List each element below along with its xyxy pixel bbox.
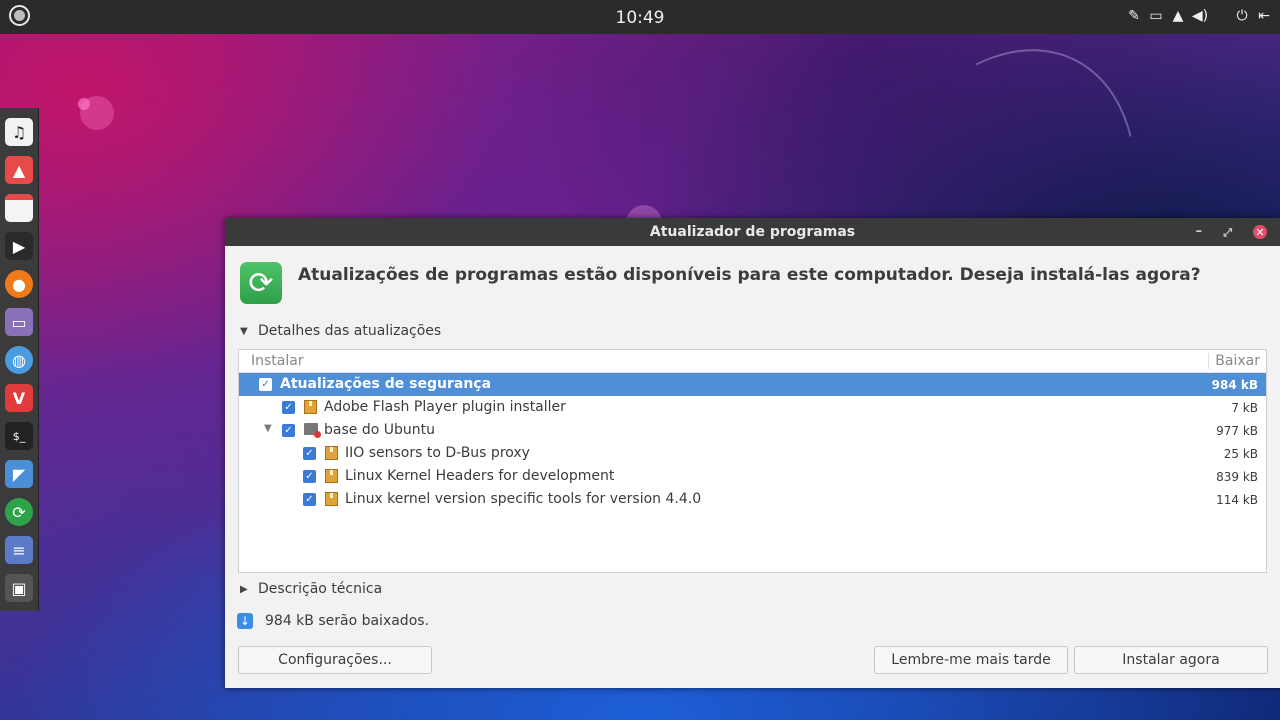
checkbox[interactable]: ✓ bbox=[303, 447, 316, 460]
window-icon[interactable]: ▭ bbox=[1148, 8, 1164, 24]
technical-description-expander[interactable]: ▶ Descrição técnica bbox=[240, 581, 382, 597]
page-title: Atualizações de programas estão disponív… bbox=[298, 265, 1201, 285]
row-label: Linux Kernel Headers for development bbox=[345, 468, 615, 484]
text-editor-app-icon[interactable]: ≡ bbox=[5, 536, 33, 564]
row-label: Linux kernel version specific tools for … bbox=[345, 491, 702, 507]
window-title: Atualizador de programas bbox=[649, 224, 856, 240]
tray-separator bbox=[1214, 8, 1228, 24]
wallpaper-bubble bbox=[78, 98, 90, 110]
row-size: 7 kB bbox=[1231, 401, 1258, 415]
updater-app-icon[interactable]: ⟳ bbox=[5, 498, 33, 526]
row-label: Atualizações de segurança bbox=[280, 376, 492, 392]
updates-tree: Instalar Baixar ✓ Atualizações de segura… bbox=[238, 349, 1267, 573]
window-titlebar[interactable]: Atualizador de programas – ⤢ ✕ bbox=[225, 218, 1280, 246]
row-size: 114 kB bbox=[1216, 493, 1258, 507]
collapse-arrow-icon[interactable]: ▼ bbox=[264, 423, 272, 434]
updater-icon: ⟳ bbox=[240, 262, 282, 304]
details-expander[interactable]: ▼ Detalhes das atualizações bbox=[240, 323, 441, 339]
collapsed-arrow-icon: ▶ bbox=[240, 583, 248, 595]
photos-app-icon[interactable]: ▲ bbox=[5, 156, 33, 184]
download-column-header[interactable]: Baixar bbox=[1208, 353, 1260, 369]
firefox-app-icon[interactable]: ● bbox=[5, 270, 33, 298]
docs-app-icon[interactable]: ◤ bbox=[5, 460, 33, 488]
bell-icon[interactable]: ▲ bbox=[1170, 8, 1186, 24]
package-icon bbox=[304, 400, 317, 414]
volume-icon[interactable]: ◀) bbox=[1192, 8, 1208, 24]
minimize-button[interactable]: – bbox=[1196, 224, 1203, 239]
maximize-button[interactable]: ⤢ bbox=[1223, 226, 1232, 240]
pin-icon[interactable]: ✎ bbox=[1126, 8, 1142, 24]
download-summary: 984 kB serão baixados. bbox=[265, 613, 430, 629]
checkbox[interactable]: ✓ bbox=[303, 493, 316, 506]
package-icon bbox=[325, 492, 338, 506]
row-size: 977 kB bbox=[1216, 424, 1258, 438]
top-panel: 10:49 ✎ ▭ ▲ ◀) ⏻ ⇤ bbox=[0, 0, 1280, 34]
settings-button[interactable]: Configurações... bbox=[238, 646, 432, 674]
remind-later-button[interactable]: Lembre-me mais tarde bbox=[874, 646, 1068, 674]
row-label: base do Ubuntu bbox=[324, 422, 435, 438]
dock: ♫ ▲ ▶ ● ▭ ◍ V $_ ◤ ⟳ ≡ ▣ bbox=[0, 108, 39, 611]
video-app-icon[interactable]: ▶ bbox=[5, 232, 33, 260]
checkbox[interactable]: ✓ bbox=[303, 470, 316, 483]
calendar-app-icon[interactable] bbox=[5, 194, 33, 222]
terminal-app-icon[interactable]: $_ bbox=[5, 422, 33, 450]
download-icon: ↓ bbox=[237, 613, 253, 629]
details-label: Detalhes das atualizações bbox=[258, 323, 442, 339]
software-updater-window: Atualizador de programas – ⤢ ✕ ⟳ Atualiz… bbox=[225, 218, 1280, 688]
music-app-icon[interactable]: ♫ bbox=[5, 118, 33, 146]
tree-row[interactable]: ✓ Linux kernel version specific tools fo… bbox=[239, 488, 1266, 511]
system-package-icon bbox=[304, 423, 321, 438]
tree-row-security[interactable]: ✓ Atualizações de segurança 984 kB bbox=[239, 373, 1266, 396]
row-label: Adobe Flash Player plugin installer bbox=[324, 399, 566, 415]
row-size: 984 kB bbox=[1211, 378, 1258, 392]
row-size: 839 kB bbox=[1216, 470, 1258, 484]
technical-description-label: Descrição técnica bbox=[258, 581, 383, 597]
system-tray: ✎ ▭ ▲ ◀) ⏻ ⇤ bbox=[1126, 8, 1272, 24]
files-app-icon[interactable]: ▭ bbox=[5, 308, 33, 336]
install-now-button[interactable]: Instalar agora bbox=[1074, 646, 1268, 674]
checkbox[interactable]: ✓ bbox=[282, 424, 295, 437]
vivaldi-app-icon[interactable]: V bbox=[5, 384, 33, 412]
install-column-header[interactable]: Instalar bbox=[251, 353, 304, 369]
package-icon bbox=[325, 469, 338, 483]
tree-row[interactable]: ✓ IIO sensors to D-Bus proxy 25 kB bbox=[239, 442, 1266, 465]
expanded-arrow-icon: ▼ bbox=[240, 325, 248, 337]
tree-row[interactable]: ✓ Adobe Flash Player plugin installer 7 … bbox=[239, 396, 1266, 419]
screenshot-app-icon[interactable]: ▣ bbox=[5, 574, 33, 602]
tree-row[interactable]: ▼ ✓ base do Ubuntu 977 kB bbox=[239, 419, 1266, 442]
logout-icon[interactable]: ⇤ bbox=[1256, 8, 1272, 24]
checkbox[interactable]: ✓ bbox=[259, 378, 272, 391]
close-button[interactable]: ✕ bbox=[1253, 225, 1267, 239]
row-label: IIO sensors to D-Bus proxy bbox=[345, 445, 530, 461]
tree-row[interactable]: ✓ Linux Kernel Headers for development 8… bbox=[239, 465, 1266, 488]
browser-app-icon[interactable]: ◍ bbox=[5, 346, 33, 374]
tree-header: Instalar Baixar bbox=[239, 350, 1266, 373]
package-icon bbox=[325, 446, 338, 460]
row-size: 25 kB bbox=[1223, 447, 1258, 461]
power-icon[interactable]: ⏻ bbox=[1234, 8, 1250, 24]
clock[interactable]: 10:49 bbox=[0, 8, 1280, 28]
checkbox[interactable]: ✓ bbox=[282, 401, 295, 414]
